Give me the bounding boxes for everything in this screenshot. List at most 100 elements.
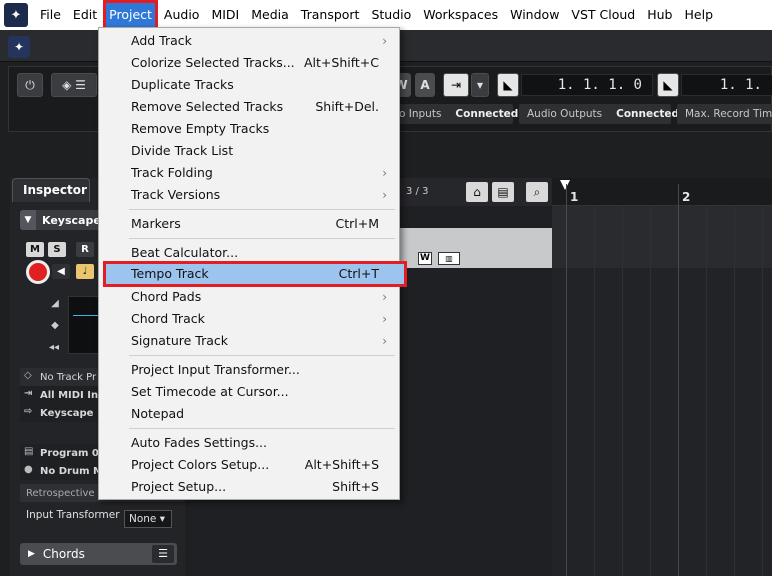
- menu-item-remove-empty-tracks[interactable]: Remove Empty Tracks: [99, 118, 399, 140]
- menu-window[interactable]: Window: [504, 0, 565, 30]
- menu-item-label: Notepad: [131, 406, 185, 421]
- track-preset-label: No Track Pr: [40, 371, 97, 383]
- menu-item-colorize-selected-tracks[interactable]: Colorize Selected Tracks... Alt+Shift+C: [99, 52, 399, 74]
- menu-edit[interactable]: Edit: [67, 0, 103, 30]
- menu-transport[interactable]: Transport: [295, 0, 366, 30]
- left-locator-display[interactable]: 1. 1. 1. 0: [521, 74, 653, 96]
- menu-item-label: Project Setup...: [131, 479, 227, 494]
- project-menu-dropdown: Add Track › Colorize Selected Tracks... Al…: [98, 27, 407, 500]
- menu-hub[interactable]: Hub: [641, 0, 678, 30]
- menu-audio[interactable]: Audio: [158, 0, 206, 30]
- chevron-down-icon[interactable]: ▾: [471, 73, 489, 97]
- audio-outputs-status: Audio Outputs Connected: [519, 104, 679, 124]
- menu-item-label: Tempo Track: [131, 266, 209, 281]
- menu-item-label: Track Versions: [131, 187, 221, 202]
- drum-map-label: No Drum M: [40, 465, 103, 477]
- mute-button[interactable]: M: [26, 242, 44, 257]
- inspector-tab[interactable]: Inspector: [12, 178, 90, 202]
- menu-item-track-folding[interactable]: Track Folding ›: [99, 162, 399, 184]
- menu-item-auto-fades-settings[interactable]: Auto Fades Settings...: [99, 432, 399, 454]
- write-button[interactable]: W: [418, 252, 432, 265]
- menu-item-label: Divide Track List: [131, 143, 234, 158]
- menu-item-signature-track[interactable]: Signature Track ›: [99, 330, 399, 352]
- menu-item-shortcut: Shift+Del.: [315, 99, 379, 114]
- left-locator-icon[interactable]: ◣: [497, 73, 519, 97]
- menu-item-project-input-transformer[interactable]: Project Input Transformer...: [99, 359, 399, 381]
- record-enable-button[interactable]: [26, 260, 50, 284]
- keyboard-icon[interactable]: ▥: [438, 252, 460, 265]
- beat-gridline: [762, 206, 763, 576]
- menu-item-label: Markers: [131, 216, 181, 231]
- menu-help[interactable]: Help: [679, 0, 720, 30]
- menu-workspaces[interactable]: Workspaces: [417, 0, 504, 30]
- collapse-triangle-icon[interactable]: ▼: [20, 210, 36, 230]
- menu-item-set-timecode-at-cursor[interactable]: Set Timecode at Cursor...: [99, 381, 399, 403]
- menu-item-label: Remove Selected Tracks: [131, 99, 284, 114]
- beat-gridline: [650, 206, 651, 576]
- read-automation-button[interactable]: A: [415, 73, 435, 97]
- read-button[interactable]: R: [76, 242, 94, 257]
- audio-inputs-label: o Inputs: [399, 108, 442, 120]
- menu-item-label: Remove Empty Tracks: [131, 121, 270, 136]
- layout-icon: ◈ ☰: [62, 78, 86, 92]
- menu-item-beat-calculator[interactable]: Beat Calculator...: [99, 242, 399, 264]
- menu-item-track-versions[interactable]: Track Versions ›: [99, 184, 399, 206]
- midi-input-label: All MIDI Inp: [40, 389, 106, 401]
- menu-item-label: Auto Fades Settings...: [131, 435, 267, 450]
- project-cursor-icon[interactable]: [560, 180, 570, 190]
- chords-label: Chords: [42, 547, 85, 561]
- chords-settings-icon[interactable]: ☰: [152, 545, 174, 563]
- output-icon: ⇨: [24, 406, 33, 417]
- menu-item-chord-track[interactable]: Chord Track ›: [99, 308, 399, 330]
- menu-item-duplicate-tracks[interactable]: Duplicate Tracks: [99, 74, 399, 96]
- menu-item-label: Signature Track: [131, 333, 228, 348]
- visibility-agents-icon[interactable]: ⌂: [466, 182, 488, 202]
- monitor-icon[interactable]: ◀: [52, 264, 70, 279]
- menu-item-label: Chord Track: [131, 311, 205, 326]
- audio-inputs-status: o Inputs Connected: [391, 104, 518, 124]
- audio-outputs-connected: Connected: [616, 108, 680, 120]
- menu-separator: [129, 209, 395, 210]
- menu-item-markers[interactable]: Markers Ctrl+M: [99, 213, 399, 235]
- menu-item-add-track[interactable]: Add Track ›: [99, 30, 399, 52]
- track-list-menu-icon[interactable]: ▤: [492, 182, 514, 202]
- menu-item-divide-track-list[interactable]: Divide Track List: [99, 140, 399, 162]
- menu-item-shortcut: Shift+S: [332, 479, 379, 494]
- beat-gridline: [734, 206, 735, 576]
- menu-item-shortcut: Alt+Shift+S: [304, 457, 379, 472]
- program-icon: ▤: [24, 446, 34, 457]
- menu-project[interactable]: Project: [103, 0, 158, 30]
- submenu-arrow-icon: ›: [382, 188, 387, 202]
- menu-item-label: Colorize Selected Tracks...: [131, 55, 295, 70]
- menu-vst-cloud[interactable]: VST Cloud: [565, 0, 641, 30]
- inspector-toggle-button[interactable]: ◈ ☰: [51, 73, 97, 97]
- activate-project-button[interactable]: ⏻: [17, 73, 43, 97]
- menu-midi[interactable]: MIDI: [205, 0, 245, 30]
- solo-button[interactable]: S: [48, 242, 66, 257]
- menu-item-project-colors-setup[interactable]: Project Colors Setup... Alt+Shift+S: [99, 454, 399, 476]
- input-transformer-select[interactable]: None ▾: [124, 510, 172, 528]
- cubase-logo-icon[interactable]: ✦: [4, 3, 28, 27]
- menu-item-notepad[interactable]: Notepad: [99, 403, 399, 425]
- menu-item-chord-pads[interactable]: Chord Pads ›: [99, 286, 399, 308]
- right-locator-icon[interactable]: ◣: [657, 73, 679, 97]
- track-lane[interactable]: [552, 206, 772, 268]
- menu-item-tempo-track[interactable]: Tempo Track Ctrl+T: [103, 261, 407, 287]
- search-icon[interactable]: ⌕: [526, 182, 548, 202]
- menu-item-remove-selected-tracks[interactable]: Remove Selected Tracks Shift+Del.: [99, 96, 399, 118]
- midi-track-row[interactable]: W ▥: [390, 228, 552, 268]
- nudge-icon[interactable]: ⇥: [443, 73, 469, 97]
- menu-file[interactable]: File: [34, 0, 67, 30]
- submenu-arrow-icon: ›: [382, 312, 387, 326]
- visible-tracks-count: 3 / 3: [406, 186, 429, 197]
- ruler[interactable]: 1 2: [552, 178, 772, 206]
- right-locator-display[interactable]: 1. 1.: [681, 74, 772, 96]
- menu-separator: [129, 428, 395, 429]
- beat-gridline: [622, 206, 623, 576]
- menu-media[interactable]: Media: [245, 0, 295, 30]
- menu-item-project-setup[interactable]: Project Setup... Shift+S: [99, 476, 399, 498]
- note-icon[interactable]: ♩: [76, 264, 94, 279]
- menu-item-shortcut: Ctrl+M: [335, 216, 380, 231]
- submenu-arrow-icon: ›: [382, 290, 387, 304]
- menu-studio[interactable]: Studio: [365, 0, 417, 30]
